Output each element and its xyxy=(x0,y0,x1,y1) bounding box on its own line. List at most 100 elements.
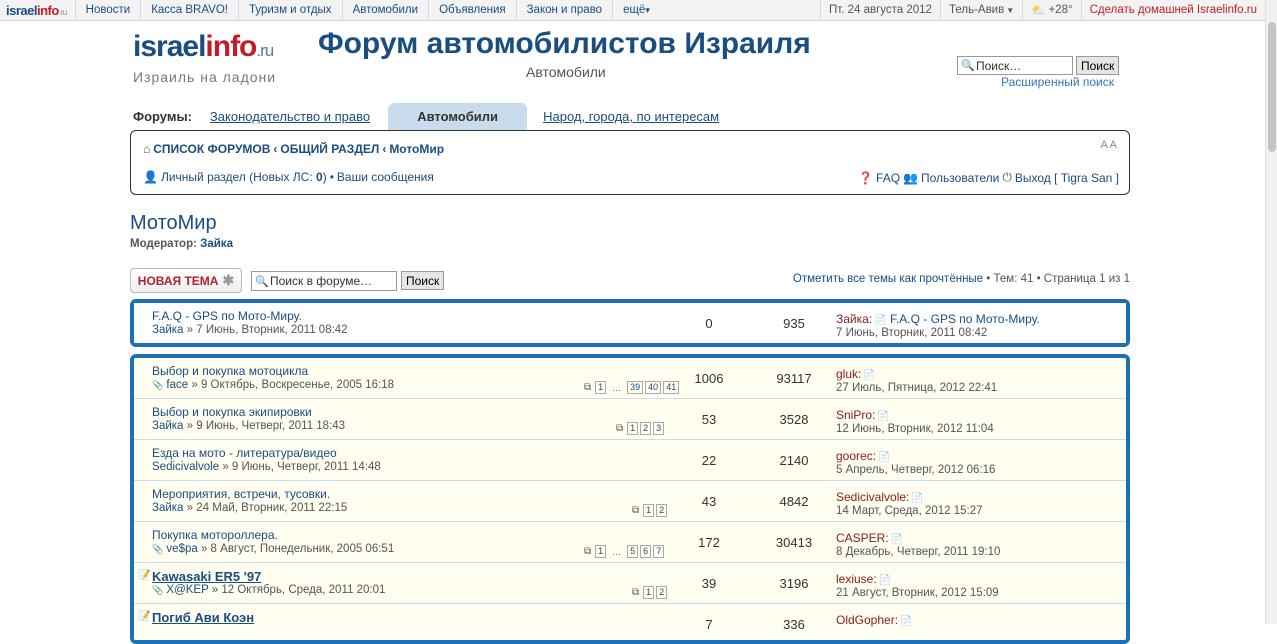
font-size-icon[interactable]: A A xyxy=(1100,139,1117,151)
last-post-author[interactable]: SniPro: xyxy=(836,408,875,422)
last-post: lexiuse: 📄 xyxy=(836,572,891,586)
replies-count: 39 xyxy=(701,575,717,591)
page-link[interactable]: 1 xyxy=(595,381,607,394)
author-link[interactable]: Зайка xyxy=(152,420,183,432)
topic-pagination: ⧉ 1 … 5 6 7 xyxy=(584,545,665,558)
logout-link[interactable]: Выход [ Tigra San ] xyxy=(1015,171,1119,185)
topic-title-link[interactable]: Выбор и покупка экипировки xyxy=(152,405,312,419)
page-link[interactable]: 1 xyxy=(643,504,655,517)
moderator-link[interactable]: Зайка xyxy=(200,238,233,250)
page-link[interactable]: 40 xyxy=(645,381,662,394)
top-nav-item[interactable]: ещё ▾ xyxy=(612,0,660,20)
forum-search-input[interactable]: 🔍 Поиск в форуме… xyxy=(251,271,397,291)
topic-meta: Sedicivalvole » 9 Июнь, Четверг, 2011 14… xyxy=(152,461,381,473)
header-search-button[interactable]: Поиск xyxy=(1076,56,1120,75)
page-link[interactable]: 1 xyxy=(627,422,639,435)
header-search-input[interactable]: 🔍 Поиск… xyxy=(957,56,1073,75)
moderator-line: Модератор: Зайка xyxy=(130,238,233,250)
author-link[interactable]: ve$pa xyxy=(166,543,197,555)
site-logo[interactable]: israelinfo.ru Израиль на ладони xyxy=(133,31,277,86)
forum-search-button[interactable]: Поиск xyxy=(401,271,445,290)
tab-law[interactable]: Законодательство и право xyxy=(210,109,370,130)
view-latest-icon[interactable]: 📄 xyxy=(863,370,875,381)
last-post-author[interactable]: Sedicivalvole: xyxy=(836,490,909,504)
city-selector[interactable]: Тель-Авив ▼ xyxy=(939,0,1022,20)
top-nav-item[interactable]: Объявления xyxy=(428,0,516,20)
page-link[interactable]: 2 xyxy=(640,422,652,435)
new-topic-button[interactable]: НОВАЯ ТЕМА ✱ xyxy=(130,268,242,293)
last-post-title[interactable]: F.A.Q - GPS по Мото-Миру. xyxy=(890,312,1040,326)
top-nav-item[interactable]: Закон и право xyxy=(515,0,612,20)
last-post-author[interactable]: gluk: xyxy=(836,367,861,381)
page-link[interactable]: 1 xyxy=(643,586,655,599)
page-link[interactable]: 2 xyxy=(656,504,668,517)
topic-title-link[interactable]: Езда на мото - литература/видео xyxy=(152,446,337,460)
crumb-forum-list[interactable]: СПИСОК ФОРУМОВ xyxy=(153,142,270,156)
topic-title-link[interactable]: F.A.Q - GPS по Мото-Миру. xyxy=(152,309,302,323)
topic-date: » 8 Август, Понедельник, 2005 06:51 xyxy=(200,543,395,555)
view-latest-icon[interactable]: 📄 xyxy=(877,411,889,422)
topic-title-link[interactable]: Мероприятия, встречи, тусовки. xyxy=(152,487,330,501)
small-logo[interactable]: israelinfo.ru xyxy=(0,3,75,18)
last-post-date: 27 Июль, Пятница, 2012 22:41 xyxy=(836,382,998,394)
crumb-general[interactable]: ОБЩИЙ РАЗДЕЛ xyxy=(280,142,379,156)
topic-title-link[interactable]: Покупка мотороллера. xyxy=(152,528,278,542)
mark-all-read-link[interactable]: Отметить все темы как прочтённые xyxy=(793,273,983,285)
page-link[interactable]: 1 xyxy=(595,545,607,558)
view-latest-icon[interactable]: 📄 xyxy=(891,534,903,545)
top-nav-item[interactable]: Туризм и отдых xyxy=(237,0,342,20)
page-link[interactable]: 2 xyxy=(656,586,668,599)
view-latest-icon[interactable]: 📄 xyxy=(879,575,891,586)
last-post-author[interactable]: Зайка: xyxy=(836,312,872,326)
author-link[interactable]: Зайка xyxy=(152,324,183,336)
forum-title[interactable]: МотоМир xyxy=(130,212,217,235)
top-nav-item[interactable]: Касса BRAVO! xyxy=(140,0,238,20)
author-link[interactable]: Зайка xyxy=(152,502,183,514)
current-date: Пт. 24 августа 2012 xyxy=(819,0,940,20)
page-link[interactable]: 5 xyxy=(627,545,639,558)
announcement-row: F.A.Q - GPS по Мото-Миру. Зайка » 7 Июнь,… xyxy=(134,303,1126,343)
view-latest-icon[interactable]: 📄 xyxy=(900,616,912,627)
site-tagline: Израиль на ладони xyxy=(133,69,277,85)
topic-title-link[interactable]: Kawasaki ER5 '97 xyxy=(152,569,261,584)
personal-icon: 👤 xyxy=(143,170,158,184)
view-latest-icon[interactable]: 📄 xyxy=(874,315,886,326)
topic-row: Мероприятия, встречи, тусовки. Зайка » 24… xyxy=(134,481,1126,522)
personal-section-link[interactable]: Личный раздел (Новых ЛС: 0) xyxy=(161,170,327,184)
author-link[interactable]: face xyxy=(166,379,188,391)
top-nav-item[interactable]: Автомобили xyxy=(341,0,429,20)
pages-icon: ⧉ xyxy=(616,423,624,434)
author-link[interactable]: Sedicivalvole xyxy=(152,461,219,473)
my-posts-link[interactable]: Ваши сообщения xyxy=(337,170,434,184)
scrollbar-thumb[interactable] xyxy=(1268,22,1276,152)
top-nav-item[interactable]: Новости xyxy=(74,0,141,20)
topic-date: » 9 Июнь, Четверг, 2011 18:43 xyxy=(186,420,346,432)
users-link[interactable]: Пользователи xyxy=(921,171,999,185)
topic-title-link[interactable]: Погиб Ави Коэн xyxy=(152,610,254,625)
tab-people[interactable]: Народ, города, по интересам xyxy=(543,109,719,130)
faq-link[interactable]: FAQ xyxy=(876,171,900,185)
header-search: 🔍 Поиск… Поиск xyxy=(957,56,1120,75)
make-home-link[interactable]: Сделать домашней Israelinfo.ru xyxy=(1080,0,1265,20)
last-post-author[interactable]: OldGopher: xyxy=(836,613,898,627)
page-link[interactable]: 39 xyxy=(627,381,644,394)
topic-title-link[interactable]: Выбор и покупка мотоцикла xyxy=(152,364,308,378)
last-post: Зайка: 📄 F.A.Q - GPS по Мото-Миру. xyxy=(836,312,1040,326)
page-link[interactable]: 3 xyxy=(653,422,665,435)
last-post-author[interactable]: lexiuse: xyxy=(836,572,877,586)
tab-cars[interactable]: Автомобили xyxy=(388,103,528,130)
view-latest-icon[interactable]: 📄 xyxy=(878,452,890,463)
last-post-author[interactable]: CASPER: xyxy=(836,531,889,545)
page-link[interactable]: 6 xyxy=(640,545,652,558)
replies-count: 0 xyxy=(705,315,713,331)
author-link[interactable]: X@KEP xyxy=(166,584,208,596)
last-post-author[interactable]: goorec: xyxy=(836,449,876,463)
weather-icon: ⛅ xyxy=(1031,5,1046,17)
vertical-scrollbar[interactable] xyxy=(1265,0,1277,624)
advanced-search-link[interactable]: Расширенный поиск xyxy=(1001,75,1114,89)
page-link[interactable]: 7 xyxy=(653,545,665,558)
view-latest-icon[interactable]: 📄 xyxy=(911,493,923,504)
crumb-motomir[interactable]: МотоМир xyxy=(389,142,444,156)
last-post: gluk: 📄 xyxy=(836,367,876,381)
views-count: 3196 xyxy=(779,575,809,591)
